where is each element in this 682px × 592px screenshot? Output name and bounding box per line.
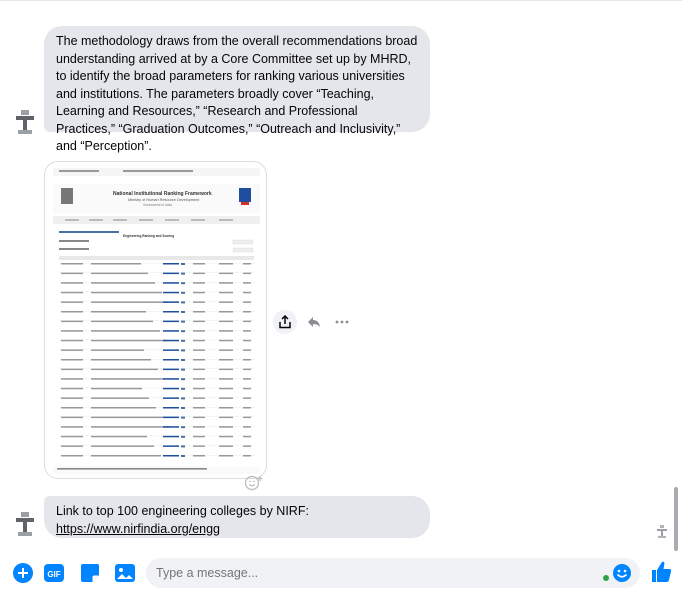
more-options-button[interactable] bbox=[330, 310, 354, 334]
message-bubble-methodology: The methodology draws from the overall r… bbox=[44, 26, 430, 153]
top-divider bbox=[0, 0, 682, 4]
doc-title: National Institutional Ranking Framework bbox=[113, 191, 212, 197]
seen-avatar-icon bbox=[657, 525, 667, 538]
sender-avatar-icon[interactable] bbox=[13, 108, 37, 136]
more-icon bbox=[335, 320, 349, 324]
svg-text:GIF: GIF bbox=[47, 570, 60, 579]
nirf-link[interactable]: https://www.nirfindia.org/engg bbox=[56, 522, 220, 536]
message-input[interactable] bbox=[156, 563, 596, 583]
reply-icon bbox=[308, 317, 320, 327]
add-reaction-icon[interactable] bbox=[244, 474, 264, 492]
emoji-icon[interactable] bbox=[612, 563, 632, 583]
message-input-box[interactable] bbox=[146, 558, 640, 588]
sticker-icon[interactable] bbox=[79, 562, 101, 584]
image-attachment[interactable]: National Institutional Ranking Framework… bbox=[44, 161, 267, 479]
doc-heading: Engineering Ranking and Scoring bbox=[123, 234, 174, 238]
online-status-dot bbox=[603, 575, 609, 581]
share-icon bbox=[279, 315, 291, 329]
doc-subtitle: Ministry of Human Resource Development bbox=[128, 198, 200, 202]
image-icon[interactable] bbox=[114, 562, 136, 584]
gif-icon[interactable]: GIF bbox=[43, 562, 65, 584]
share-button[interactable] bbox=[273, 310, 297, 334]
doc-sub2: Government of India bbox=[143, 203, 172, 207]
like-icon[interactable] bbox=[650, 560, 672, 584]
plus-circle-icon[interactable] bbox=[12, 562, 34, 584]
message-text: Link to top 100 engineering colleges by … bbox=[56, 504, 309, 518]
sender-avatar-icon[interactable] bbox=[13, 510, 37, 538]
message-text: The methodology draws from the overall r… bbox=[56, 34, 418, 153]
scrollbar[interactable] bbox=[674, 487, 678, 551]
nirf-document-thumbnail: National Institutional Ranking Framework… bbox=[53, 168, 260, 474]
reply-button[interactable] bbox=[302, 310, 326, 334]
message-bubble-link: Link to top 100 engineering colleges by … bbox=[44, 496, 430, 538]
message-composer: GIF bbox=[0, 556, 682, 592]
